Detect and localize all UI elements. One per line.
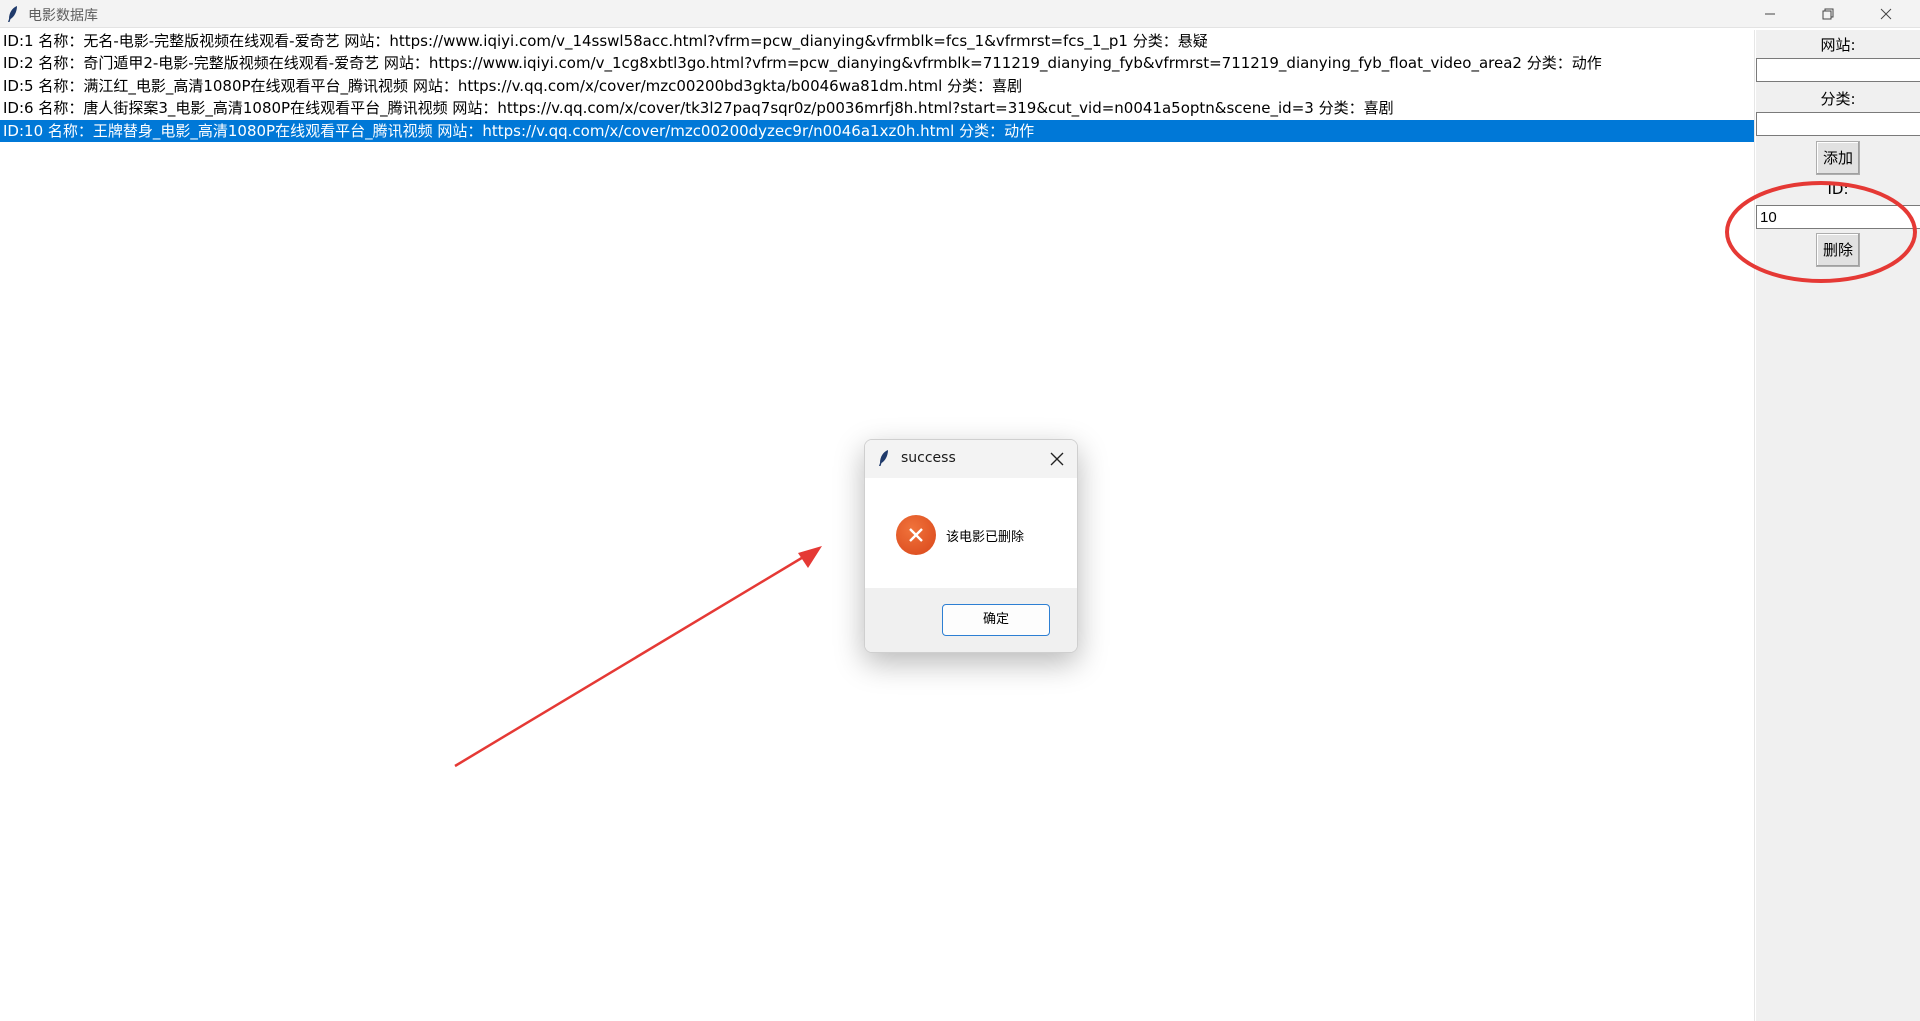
app-window: 电影数据库 ID:1 名称：无名-电影-完整版视频在线观看-爱奇艺 网站：htt… [0,0,1920,1021]
feather-icon [879,450,888,466]
restore-icon [1822,8,1834,20]
close-icon[interactable] [1049,451,1065,467]
minimize-icon [1765,13,1775,15]
success-dialog: success 该电影已删除 确定 [864,439,1078,653]
category-input[interactable] [1756,112,1920,136]
control-panel: 网站: 分类: 添加 ID: 删除 [1756,30,1920,1021]
title-bar: 电影数据库 [0,0,1920,28]
dialog-footer: 确定 [865,588,1077,652]
site-input[interactable] [1756,58,1920,82]
highlight-ellipse-annotation [1725,181,1917,283]
dialog-title-bar: success [865,440,1077,478]
window-title: 电影数据库 [28,8,98,24]
add-button[interactable]: 添加 [1816,141,1860,175]
dialog-body: 该电影已删除 [865,478,1077,588]
list-item[interactable]: ID:1 名称：无名-电影-完整版视频在线观看-爱奇艺 网站：https://w… [0,30,1754,52]
minimize-button[interactable] [1742,0,1800,28]
error-x-icon [896,515,936,555]
list-item[interactable]: ID:6 名称：唐人街探案3_电影_高清1080P在线观看平台_腾讯视频 网站：… [0,97,1754,119]
list-item[interactable]: ID:5 名称：满江红_电影_高清1080P在线观看平台_腾讯视频 网站：htt… [0,75,1754,97]
maximize-button[interactable] [1800,0,1858,28]
list-item[interactable]: ID:10 名称：王牌替身_电影_高清1080P在线观看平台_腾讯视频 网站：h… [0,119,1754,142]
category-label: 分类: [1820,90,1856,108]
close-button[interactable] [1858,0,1916,28]
feather-icon [8,6,17,22]
ok-button[interactable]: 确定 [942,604,1050,636]
dialog-message: 该电影已删除 [946,530,1025,545]
list-item[interactable]: ID:2 名称：奇门遁甲2-电影-完整版视频在线观看-爱奇艺 网站：https:… [0,52,1754,74]
close-icon [1880,8,1892,20]
dialog-title: success [901,450,956,466]
site-label: 网站: [1820,36,1856,54]
